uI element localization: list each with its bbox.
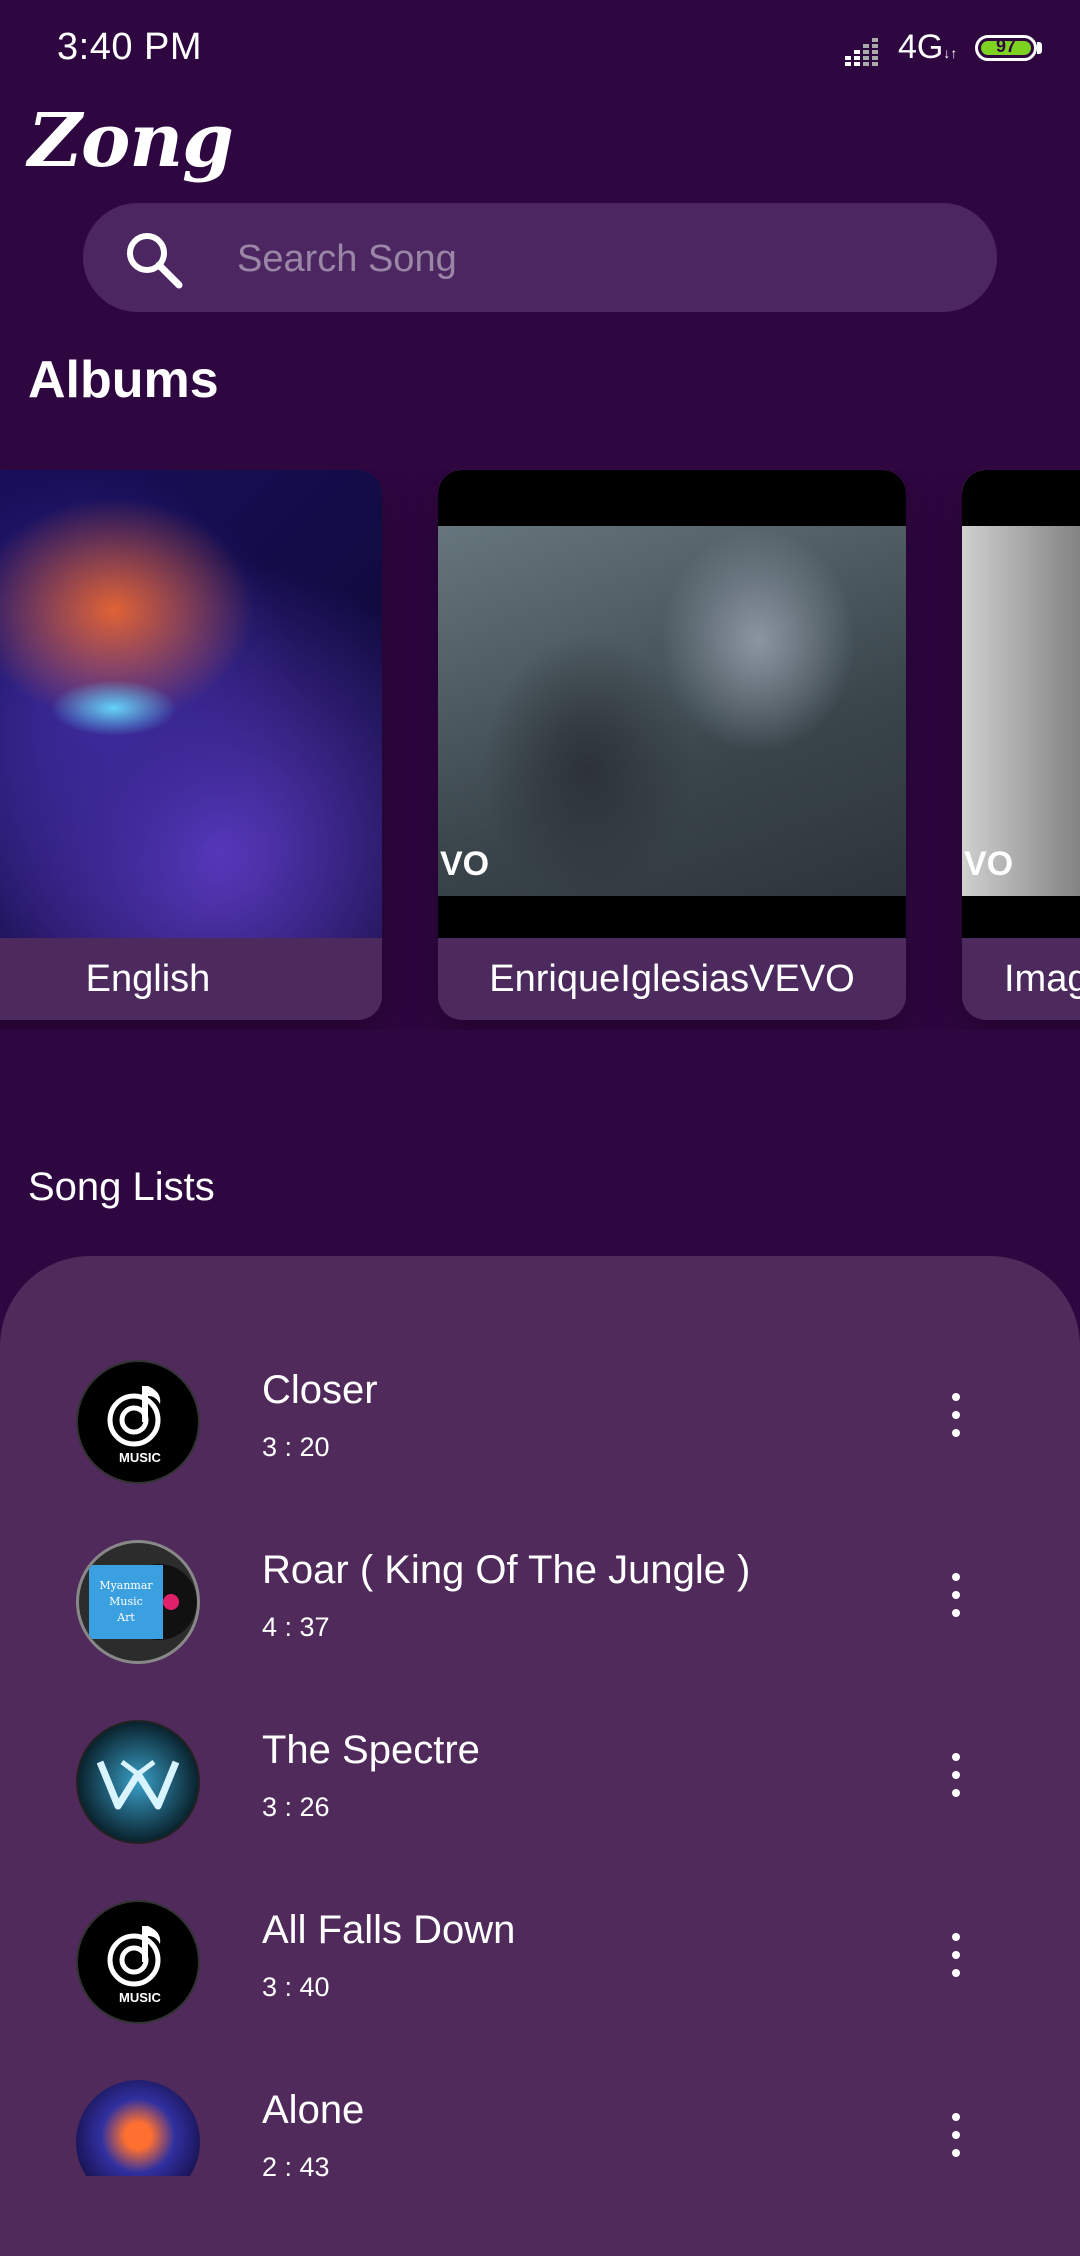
vevo-watermark: VO	[440, 845, 490, 883]
search-input[interactable]	[235, 223, 939, 295]
svg-text:Art: Art	[116, 1611, 135, 1624]
song-duration: 3 : 20	[262, 1432, 330, 1462]
song-title: All Falls Down	[262, 1908, 516, 1952]
status-time: 3:40 PM	[57, 26, 203, 68]
more-options-icon[interactable]	[936, 1745, 976, 1805]
network-type: 4G↓↑	[898, 28, 957, 67]
signal-icon	[845, 38, 878, 66]
svg-text:MUSIC: MUSIC	[119, 1990, 162, 2005]
status-bar: 3:40 PM 4G↓↑ 97	[0, 0, 1080, 100]
song-lists-heading: Song Lists	[28, 1165, 215, 1209]
album-card-imagine[interactable]: VO Imag	[962, 470, 1080, 1020]
albums-carousel[interactable]: English VO EnriqueIglesiasVEVO VO Imag	[0, 470, 1080, 1030]
list-item[interactable]: MUSIC Closer 3 : 20	[0, 1360, 1080, 1510]
album-label: Imag	[1004, 958, 1080, 1000]
song-title: Alone	[262, 2088, 365, 2132]
song-duration: 3 : 40	[262, 1972, 330, 2002]
song-duration: 3 : 26	[262, 1792, 330, 1822]
svg-text:MUSIC: MUSIC	[119, 1450, 162, 1465]
album-card-enrique[interactable]: VO EnriqueIglesiasVEVO	[438, 470, 906, 1020]
more-options-icon[interactable]	[936, 1565, 976, 1625]
album-art	[0, 470, 382, 938]
list-item[interactable]: Alone 2 : 43	[0, 2080, 1080, 2230]
song-duration: 2 : 43	[262, 2152, 330, 2182]
song-duration: 4 : 37	[262, 1612, 330, 1642]
more-options-icon[interactable]	[936, 1385, 976, 1445]
list-item[interactable]: The Spectre 3 : 26	[0, 1720, 1080, 1870]
neon-face-icon	[76, 2080, 200, 2176]
alan-walker-icon	[76, 1720, 200, 1844]
svg-text:Myanmar: Myanmar	[99, 1579, 153, 1592]
battery-icon: 97	[975, 35, 1037, 61]
search-bar[interactable]	[83, 203, 997, 312]
music-logo-icon: MUSIC	[76, 1900, 200, 2024]
app-logo: Zong	[28, 98, 234, 184]
battery-level: 97	[995, 36, 1017, 56]
svg-text:Music: Music	[109, 1595, 143, 1608]
album-art: VO	[962, 470, 1080, 938]
more-options-icon[interactable]	[936, 1925, 976, 1985]
song-title: Closer	[262, 1368, 378, 1412]
album-card-english[interactable]: English	[0, 470, 382, 1020]
search-icon[interactable]	[121, 227, 185, 291]
list-item[interactable]: Myanmar Music Art Roar ( King Of The Jun…	[0, 1540, 1080, 1690]
song-title: Roar ( King Of The Jungle )	[262, 1548, 751, 1592]
album-label: English	[85, 958, 211, 1000]
list-item[interactable]: MUSIC All Falls Down 3 : 40	[0, 1900, 1080, 2050]
album-art: VO	[438, 470, 906, 938]
album-label: EnriqueIglesiasVEVO	[489, 958, 855, 1000]
music-logo-icon: MUSIC	[76, 1360, 200, 1484]
more-options-icon[interactable]	[936, 2105, 976, 2165]
battery-tip	[1037, 42, 1042, 54]
albums-heading: Albums	[28, 351, 219, 409]
data-arrows-icon: ↓↑	[943, 45, 958, 61]
myanmar-music-art-icon: Myanmar Music Art	[76, 1540, 200, 1664]
song-title: The Spectre	[262, 1728, 480, 1772]
song-list-panel: MUSIC Closer 3 : 20 Myanmar Music Art Ro…	[0, 1256, 1080, 2256]
vevo-watermark: VO	[964, 845, 1014, 883]
network-label: 4G	[898, 28, 944, 66]
